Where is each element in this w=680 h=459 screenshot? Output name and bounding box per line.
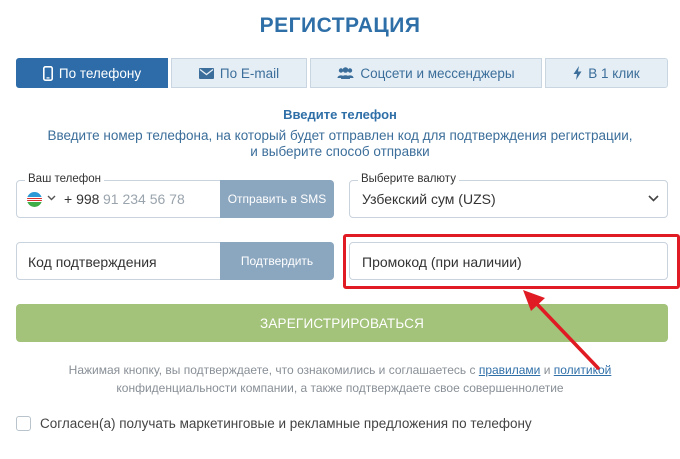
tab-one-click-label: В 1 клик [588,65,640,81]
promo-code-input[interactable] [362,252,652,272]
description-line-1: Введите номер телефона, на который будет… [47,128,633,143]
tab-email[interactable]: По E-mail [171,58,307,88]
tab-one-click[interactable]: В 1 клик [545,58,668,88]
country-chevron-down-icon[interactable] [47,195,56,201]
uzbekistan-flag-icon[interactable] [27,192,42,207]
currency-field-label: Выберите валюту [358,173,459,185]
description-line-2: и выберите способ отправки [250,144,430,159]
currency-value: Узбекский сум (UZS) [362,191,496,207]
terms-and: и [540,363,554,377]
currency-select[interactable]: Выберите валюту Узбекский сум (UZS) [349,173,668,218]
chevron-down-icon [648,195,659,202]
confirm-button[interactable]: Подтвердить [220,242,334,280]
terms-before-rules: Нажимая кнопку, вы подтверждаете, что оз… [68,363,479,377]
tab-phone-label: По телефону [58,65,142,81]
privacy-policy-link[interactable]: политикой [554,363,612,377]
lightning-icon [573,66,582,80]
tab-phone[interactable]: По телефону [16,58,168,88]
envelope-icon [198,67,214,79]
section-heading: Введите телефон [283,107,397,122]
tab-social-label: Соцсети и мессенджеры [360,65,515,81]
marketing-consent-label: Согласен(а) получать маркетинговые и рек… [40,416,532,431]
marketing-consent[interactable]: Согласен(а) получать маркетинговые и рек… [16,416,532,431]
tab-email-label: По E-mail [219,65,280,81]
phone-field-label: Ваш телефон [25,173,104,185]
send-sms-button[interactable]: Отправить в SMS [220,180,334,218]
registration-tabs: По телефону По E-mail Соцсети и мессендж… [16,58,668,88]
country-code: + 998 [64,191,100,207]
page-title: РЕГИСТРАЦИЯ [259,14,421,37]
confirmation-code-field: Подтвердить [16,242,334,280]
promo-code-field [349,242,668,280]
phone-icon [42,65,53,81]
section-description: Введите номер телефона, на который будет… [40,128,640,160]
rules-link[interactable]: правилами [479,363,541,377]
confirmation-code-input[interactable] [28,252,218,272]
marketing-consent-checkbox[interactable] [16,416,31,431]
phone-input[interactable] [103,189,221,209]
register-button[interactable]: ЗАРЕГИСТРИРОВАТЬСЯ [16,304,668,342]
users-icon [337,67,354,79]
terms-after: конфиденциальности компании, а также под… [116,381,564,395]
terms-text: Нажимая кнопку, вы подтверждаете, что оз… [60,361,620,397]
phone-field: Ваш телефон + 998 Отправить в SMS [16,173,334,218]
tab-social[interactable]: Соцсети и мессенджеры [310,58,542,88]
